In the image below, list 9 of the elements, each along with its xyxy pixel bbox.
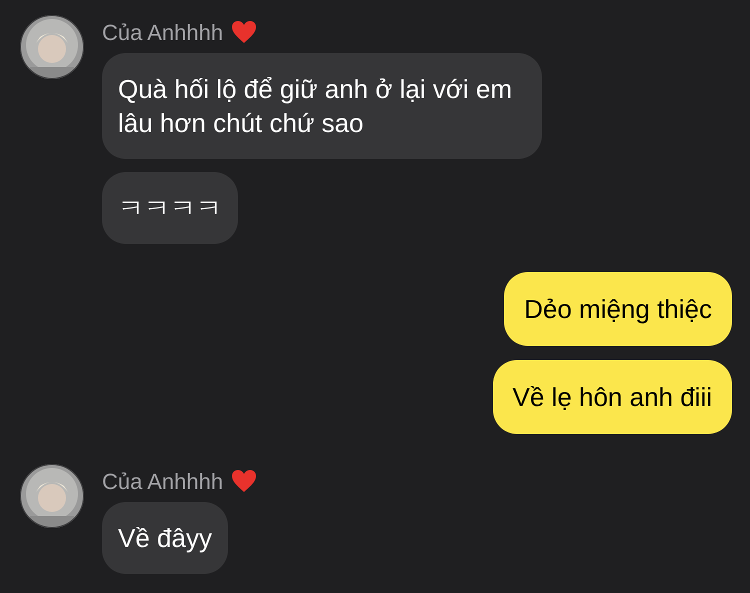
message-bubble: Dẻo miệng thiệc	[504, 272, 732, 346]
sender-name: Của Anhhhh	[102, 468, 224, 496]
sender-name: Của Anhhhh	[102, 18, 224, 46]
message-bubble: Quà hối lộ để giữ anh ở lại với em lâu hơn chút chứ sao	[102, 53, 542, 159]
message-bubble: Về đâyy	[102, 502, 228, 574]
heart-icon	[231, 20, 258, 44]
message-bubble: Về lẹ hôn anh điii	[492, 360, 732, 434]
heart-icon	[231, 469, 258, 493]
message-bubble: ㅋㅋㅋㅋ	[102, 172, 238, 244]
